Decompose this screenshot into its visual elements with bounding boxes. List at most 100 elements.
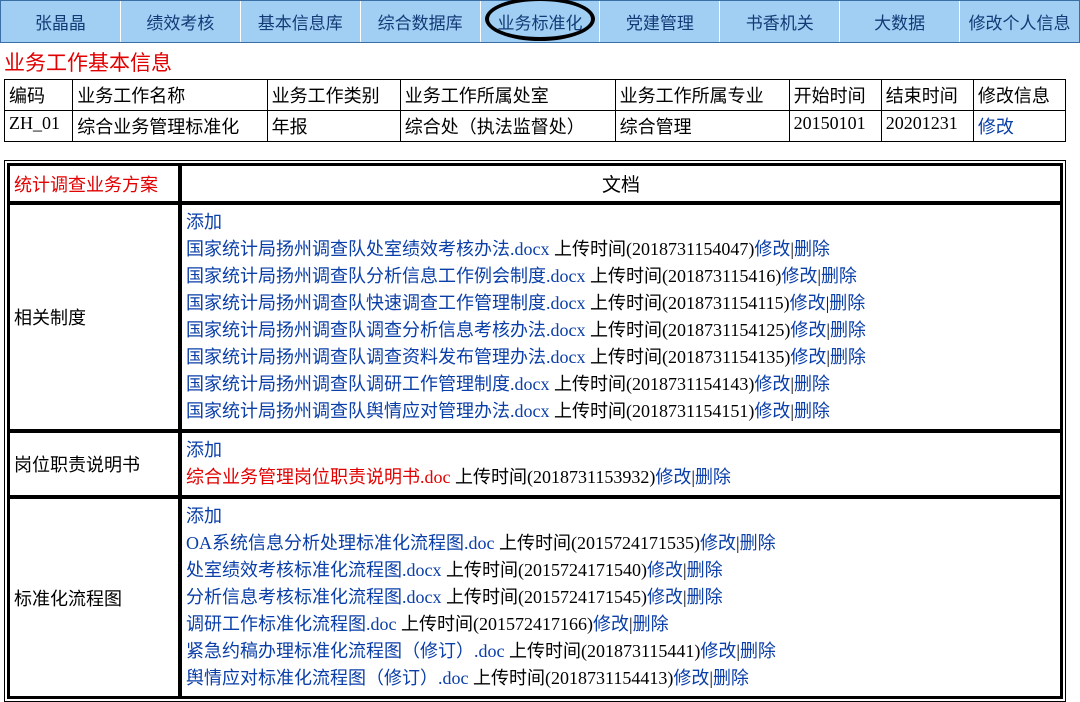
file-link[interactable]: 国家统计局扬州调查队处室绩效考核办法.docx xyxy=(186,239,550,259)
file-edit-link[interactable]: 修改 xyxy=(593,614,629,634)
nav-item-8[interactable]: 修改个人信息 xyxy=(960,1,1079,42)
col-header-5: 开始时间 xyxy=(789,80,881,111)
file-delete-link[interactable]: 删除 xyxy=(821,266,857,286)
nav-item-2[interactable]: 基本信息库 xyxy=(241,1,361,42)
file-edit-link[interactable]: 修改 xyxy=(647,587,683,607)
col-header-4: 业务工作所属专业 xyxy=(615,80,789,111)
file-delete-link[interactable]: 删除 xyxy=(794,239,830,259)
file-row: 国家统计局扬州调查队调查资料发布管理办法.docx 上传时间(201873115… xyxy=(186,344,1056,371)
file-delete-link[interactable]: 删除 xyxy=(713,668,749,688)
file-edit-link[interactable]: 修改 xyxy=(754,239,790,259)
file-delete-link[interactable]: 删除 xyxy=(633,614,669,634)
file-upload-time: 上传时间(2018731153932) xyxy=(455,467,655,487)
add-file-link[interactable]: 添加 xyxy=(186,437,222,464)
doc-section-label: 标准化流程图 xyxy=(8,497,180,698)
file-link[interactable]: 国家统计局扬州调查队快速调查工作管理制度.docx xyxy=(186,293,586,313)
doc-section-files: 添加综合业务管理岗位职责说明书.doc 上传时间(2018731153932)修… xyxy=(180,431,1062,497)
file-delete-link[interactable]: 删除 xyxy=(740,533,776,553)
cell-edit[interactable]: 修改 xyxy=(973,111,1065,142)
file-upload-time: 上传时间(2018731154143) xyxy=(554,374,754,394)
cell-spec: 综合管理 xyxy=(615,111,789,142)
add-file-link[interactable]: 添加 xyxy=(186,503,222,530)
file-upload-time: 上传时间(2015724171545) xyxy=(446,587,647,607)
nav-item-6[interactable]: 书香机关 xyxy=(720,1,840,42)
cell-name: 综合业务管理标准化 xyxy=(73,111,267,142)
file-edit-link[interactable]: 修改 xyxy=(754,374,790,394)
file-link[interactable]: 国家统计局扬州调查队调查分析信息考核办法.docx xyxy=(186,320,586,340)
cell-start: 20150101 xyxy=(789,111,881,142)
file-upload-time: 上传时间(2018731154115) xyxy=(590,293,790,313)
file-delete-link[interactable]: 删除 xyxy=(829,293,865,313)
file-edit-link[interactable]: 修改 xyxy=(673,668,709,688)
cell-end: 20201231 xyxy=(881,111,973,142)
file-row: 国家统计局扬州调查队分析信息工作例会制度.docx 上传时间(201873115… xyxy=(186,263,1056,290)
file-link[interactable]: 综合业务管理岗位职责说明书.doc xyxy=(186,467,451,487)
doc-section-files: 添加国家统计局扬州调查队处室绩效考核办法.docx 上传时间(201873115… xyxy=(180,203,1062,431)
docs-header-left: 统计调查业务方案 xyxy=(8,164,180,203)
col-header-7: 修改信息 xyxy=(973,80,1065,111)
doc-section-label: 岗位职责说明书 xyxy=(8,431,180,497)
file-edit-link[interactable]: 修改 xyxy=(790,347,826,367)
file-link[interactable]: 紧急约稿办理标准化流程图（修订）.doc xyxy=(186,641,505,661)
file-delete-link[interactable]: 删除 xyxy=(687,587,723,607)
file-edit-link[interactable]: 修改 xyxy=(781,266,817,286)
nav-item-0[interactable]: 张晶晶 xyxy=(1,1,121,42)
nav-item-5[interactable]: 党建管理 xyxy=(600,1,720,42)
file-delete-link[interactable]: 删除 xyxy=(830,320,866,340)
col-header-0: 编码 xyxy=(5,80,73,111)
file-delete-link[interactable]: 删除 xyxy=(687,560,723,580)
col-header-3: 业务工作所属处室 xyxy=(400,80,615,111)
file-link[interactable]: 国家统计局扬州调查队舆情应对管理办法.docx xyxy=(186,401,550,421)
cell-code: ZH_01 xyxy=(5,111,73,142)
nav-item-3[interactable]: 综合数据库 xyxy=(361,1,481,42)
file-delete-link[interactable]: 删除 xyxy=(794,374,830,394)
file-link[interactable]: 分析信息考核标准化流程图.docx xyxy=(186,587,442,607)
file-edit-link[interactable]: 修改 xyxy=(647,560,683,580)
file-edit-link[interactable]: 修改 xyxy=(754,401,790,421)
file-edit-link[interactable]: 修改 xyxy=(790,293,826,313)
file-link[interactable]: 处室绩效考核标准化流程图.docx xyxy=(186,560,442,580)
file-edit-link[interactable]: 修改 xyxy=(655,467,691,487)
col-header-6: 结束时间 xyxy=(881,80,973,111)
file-upload-time: 上传时间(201572417166) xyxy=(401,614,593,634)
docs-header-right: 文档 xyxy=(180,164,1062,203)
file-row: 紧急约稿办理标准化流程图（修订）.doc 上传时间(201873115441)修… xyxy=(186,638,1056,665)
section-title-basic: 业务工作基本信息 xyxy=(0,43,1080,79)
file-row: 处室绩效考核标准化流程图.docx 上传时间(2015724171540)修改|… xyxy=(186,557,1056,584)
file-row: 综合业务管理岗位职责说明书.doc 上传时间(2018731153932)修改|… xyxy=(186,464,1056,491)
file-link[interactable]: 国家统计局扬州调查队调研工作管理制度.docx xyxy=(186,374,550,394)
file-delete-link[interactable]: 删除 xyxy=(830,347,866,367)
nav-item-4[interactable]: 业务标准化 xyxy=(481,1,601,42)
file-upload-time: 上传时间(2015724171540) xyxy=(446,560,647,580)
file-row: OA系统信息分析处理标准化流程图.doc 上传时间(2015724171535)… xyxy=(186,530,1056,557)
file-upload-time: 上传时间(2015724171535) xyxy=(499,533,700,553)
file-edit-link[interactable]: 修改 xyxy=(700,533,736,553)
top-nav: 张晶晶绩效考核基本信息库综合数据库业务标准化党建管理书香机关大数据修改个人信息 xyxy=(0,0,1080,43)
nav-item-7[interactable]: 大数据 xyxy=(840,1,960,42)
file-edit-link[interactable]: 修改 xyxy=(790,320,826,340)
file-edit-link[interactable]: 修改 xyxy=(700,641,736,661)
file-upload-time: 上传时间(201873115416) xyxy=(590,266,781,286)
doc-section-label: 相关制度 xyxy=(8,203,180,431)
file-delete-link[interactable]: 删除 xyxy=(740,641,776,661)
file-upload-time: 上传时间(201873115441) xyxy=(509,641,700,661)
col-header-1: 业务工作名称 xyxy=(73,80,267,111)
file-upload-time: 上传时间(2018731154047) xyxy=(554,239,754,259)
file-row: 国家统计局扬州调查队快速调查工作管理制度.docx 上传时间(201873115… xyxy=(186,290,1056,317)
file-link[interactable]: 国家统计局扬州调查队调查资料发布管理办法.docx xyxy=(186,347,586,367)
file-link[interactable]: 国家统计局扬州调查队分析信息工作例会制度.docx xyxy=(186,266,586,286)
add-file-link[interactable]: 添加 xyxy=(186,209,222,236)
nav-item-1[interactable]: 绩效考核 xyxy=(121,1,241,42)
cell-type: 年报 xyxy=(267,111,400,142)
file-row: 调研工作标准化流程图.doc 上传时间(201572417166)修改|删除 xyxy=(186,611,1056,638)
file-delete-link[interactable]: 删除 xyxy=(794,401,830,421)
file-upload-time: 上传时间(2018731154151) xyxy=(554,401,754,421)
file-link[interactable]: 调研工作标准化流程图.doc xyxy=(186,614,397,634)
file-row: 国家统计局扬州调查队处室绩效考核办法.docx 上传时间(20187311540… xyxy=(186,236,1056,263)
file-link[interactable]: 舆情应对标准化流程图（修订）.doc xyxy=(186,668,469,688)
file-link[interactable]: OA系统信息分析处理标准化流程图.doc xyxy=(186,533,495,553)
doc-section-files: 添加OA系统信息分析处理标准化流程图.doc 上传时间(201572417153… xyxy=(180,497,1062,698)
file-delete-link[interactable]: 删除 xyxy=(695,467,731,487)
file-row: 国家统计局扬州调查队舆情应对管理办法.docx 上传时间(20187311541… xyxy=(186,398,1056,425)
file-row: 舆情应对标准化流程图（修订）.doc 上传时间(2018731154413)修改… xyxy=(186,665,1056,692)
